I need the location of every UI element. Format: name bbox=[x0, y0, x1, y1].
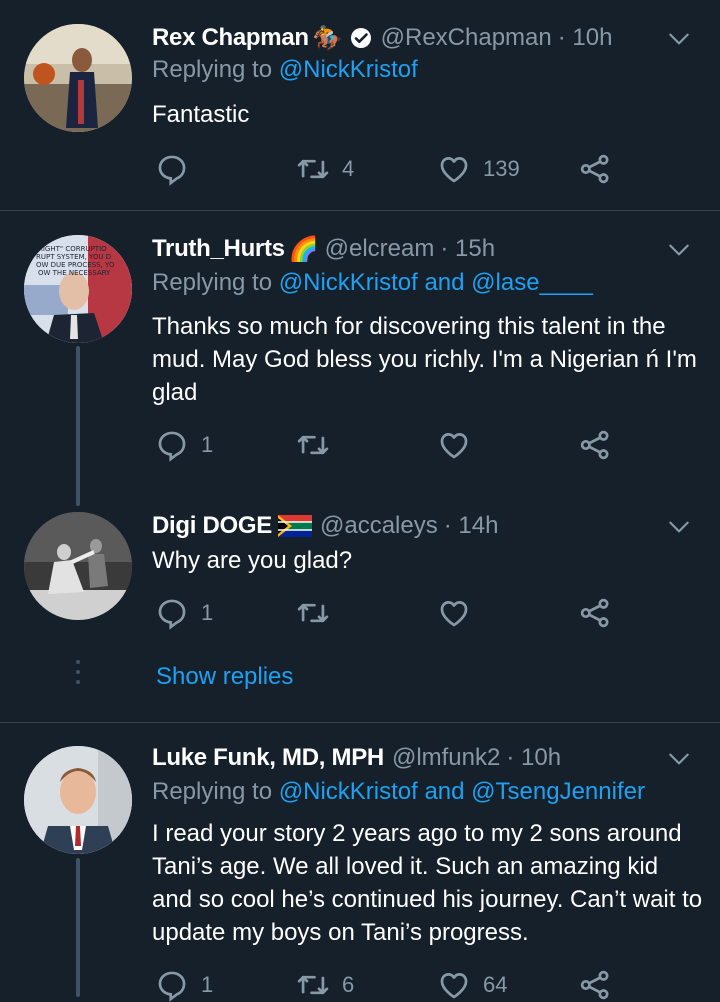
heart-icon bbox=[437, 428, 471, 462]
share-icon bbox=[578, 428, 612, 462]
tweet-header: Luke Funk, MD, MPH @lmfunk2 · 10h bbox=[152, 740, 561, 776]
tweet-header: Digi DOGE @accaleys · 14h bbox=[152, 508, 498, 544]
avatar[interactable] bbox=[24, 512, 132, 620]
replying-to: Replying to @NickKristof and @lase____ bbox=[152, 269, 593, 297]
display-name[interactable]: Luke Funk, MD, MPH bbox=[152, 744, 384, 772]
display-name[interactable]: Digi DOGE bbox=[152, 512, 272, 540]
chevron-down-icon[interactable] bbox=[666, 237, 692, 263]
avatar[interactable] bbox=[24, 24, 132, 132]
reply-icon bbox=[155, 596, 189, 630]
replying-to-link[interactable]: @NickKristof bbox=[279, 56, 418, 83]
tweet-text: Fantastic bbox=[152, 101, 250, 128]
svg-text:OW THE NECESSARY: OW THE NECESSARY bbox=[38, 269, 111, 277]
heart-icon bbox=[437, 152, 471, 186]
avatar[interactable]: RIGHT" CORRUPTIO RUPT SYSTEM, YOU D OW D… bbox=[24, 235, 132, 343]
retweet-count: 6 bbox=[342, 972, 355, 997]
svg-text:RUPT SYSTEM, YOU D: RUPT SYSTEM, YOU D bbox=[36, 253, 111, 261]
tweet-text: Thanks so much for discovering this tale… bbox=[152, 313, 697, 406]
chevron-down-icon[interactable] bbox=[666, 514, 692, 540]
tweet-header: Rex Chapman 🏇 @RexChapman · 10h bbox=[152, 20, 612, 56]
reply-count: 1 bbox=[201, 600, 214, 625]
timestamp[interactable]: · 10h bbox=[558, 24, 613, 52]
share-icon bbox=[578, 596, 612, 630]
chevron-down-icon[interactable] bbox=[666, 26, 692, 52]
divider bbox=[0, 722, 720, 723]
svg-text:OW DUE PROCESS, YO: OW DUE PROCESS, YO bbox=[36, 261, 115, 269]
reply-icon bbox=[155, 428, 189, 462]
retweet-button[interactable]: 4 bbox=[296, 152, 354, 186]
reply-button[interactable]: 1 bbox=[155, 596, 213, 630]
tweet[interactable]: Luke Funk, MD, MPH @lmfunk2 · 10h Replyi… bbox=[0, 740, 720, 997]
like-button[interactable] bbox=[437, 428, 483, 462]
chevron-down-icon[interactable] bbox=[666, 746, 692, 772]
user-handle[interactable]: @lmfunk2 bbox=[392, 744, 500, 772]
name-emoji: 🏇 bbox=[312, 24, 343, 52]
avatar[interactable] bbox=[24, 746, 132, 854]
tweet[interactable]: RIGHT" CORRUPTIO RUPT SYSTEM, YOU D OW D… bbox=[0, 231, 720, 501]
replying-to-link[interactable]: @NickKristof and @TsengJennifer bbox=[279, 778, 645, 805]
tweet[interactable]: Digi DOGE @accaleys · 14h Why are you gl… bbox=[0, 508, 720, 718]
reply-button[interactable]: 1 bbox=[155, 428, 213, 462]
replying-to: Replying to @NickKristof bbox=[152, 56, 418, 84]
reply-icon bbox=[155, 152, 189, 186]
like-count: 139 bbox=[483, 156, 520, 181]
replying-to-label: Replying to bbox=[152, 56, 273, 83]
replying-to-link[interactable]: @NickKristof and @lase____ bbox=[279, 269, 593, 296]
verified-badge-icon bbox=[350, 28, 371, 48]
share-button[interactable] bbox=[578, 596, 612, 630]
tweet[interactable]: Rex Chapman 🏇 @RexChapman · 10h Replying… bbox=[0, 20, 720, 210]
divider bbox=[0, 210, 720, 211]
retweet-icon bbox=[296, 596, 330, 630]
like-button[interactable]: 139 bbox=[437, 152, 520, 186]
share-icon bbox=[578, 152, 612, 186]
timestamp[interactable]: · 14h bbox=[444, 512, 499, 540]
display-name[interactable]: Truth_Hurts bbox=[152, 235, 285, 263]
like-button[interactable] bbox=[437, 596, 483, 630]
name-emoji: 🌈 bbox=[288, 235, 319, 263]
reply-count: 1 bbox=[201, 432, 214, 457]
tweet-header: Truth_Hurts 🌈 @elcream · 15h bbox=[152, 231, 495, 267]
share-button[interactable] bbox=[578, 152, 612, 186]
reply-button[interactable] bbox=[155, 152, 201, 186]
tweet-text: I read your story 2 years ago to my 2 so… bbox=[152, 820, 703, 946]
retweet-count: 4 bbox=[342, 156, 355, 181]
user-handle[interactable]: @accaleys bbox=[320, 512, 438, 540]
user-handle[interactable]: @elcream bbox=[325, 235, 435, 263]
heart-icon bbox=[437, 596, 471, 630]
retweet-icon bbox=[296, 152, 330, 186]
timestamp[interactable]: · 10h bbox=[506, 744, 561, 772]
user-handle[interactable]: @RexChapman bbox=[381, 24, 552, 52]
reply-count: 1 bbox=[201, 972, 214, 997]
share-button[interactable] bbox=[578, 428, 612, 462]
show-replies-link[interactable]: Show replies bbox=[156, 663, 293, 691]
svg-text:RIGHT" CORRUPTIO: RIGHT" CORRUPTIO bbox=[38, 245, 107, 253]
replying-to-label: Replying to bbox=[152, 778, 273, 805]
timestamp[interactable]: · 15h bbox=[440, 235, 495, 263]
retweet-button[interactable] bbox=[296, 596, 342, 630]
retweet-button[interactable] bbox=[296, 428, 342, 462]
replying-to: Replying to @NickKristof and @TsengJenni… bbox=[152, 778, 645, 806]
display-name[interactable]: Rex Chapman bbox=[152, 24, 309, 52]
replying-to-label: Replying to bbox=[152, 269, 273, 296]
retweet-icon bbox=[296, 428, 330, 462]
tweet-text: Why are you glad? bbox=[152, 547, 353, 574]
like-count: 64 bbox=[483, 972, 508, 997]
south-africa-flag-icon bbox=[277, 515, 312, 537]
